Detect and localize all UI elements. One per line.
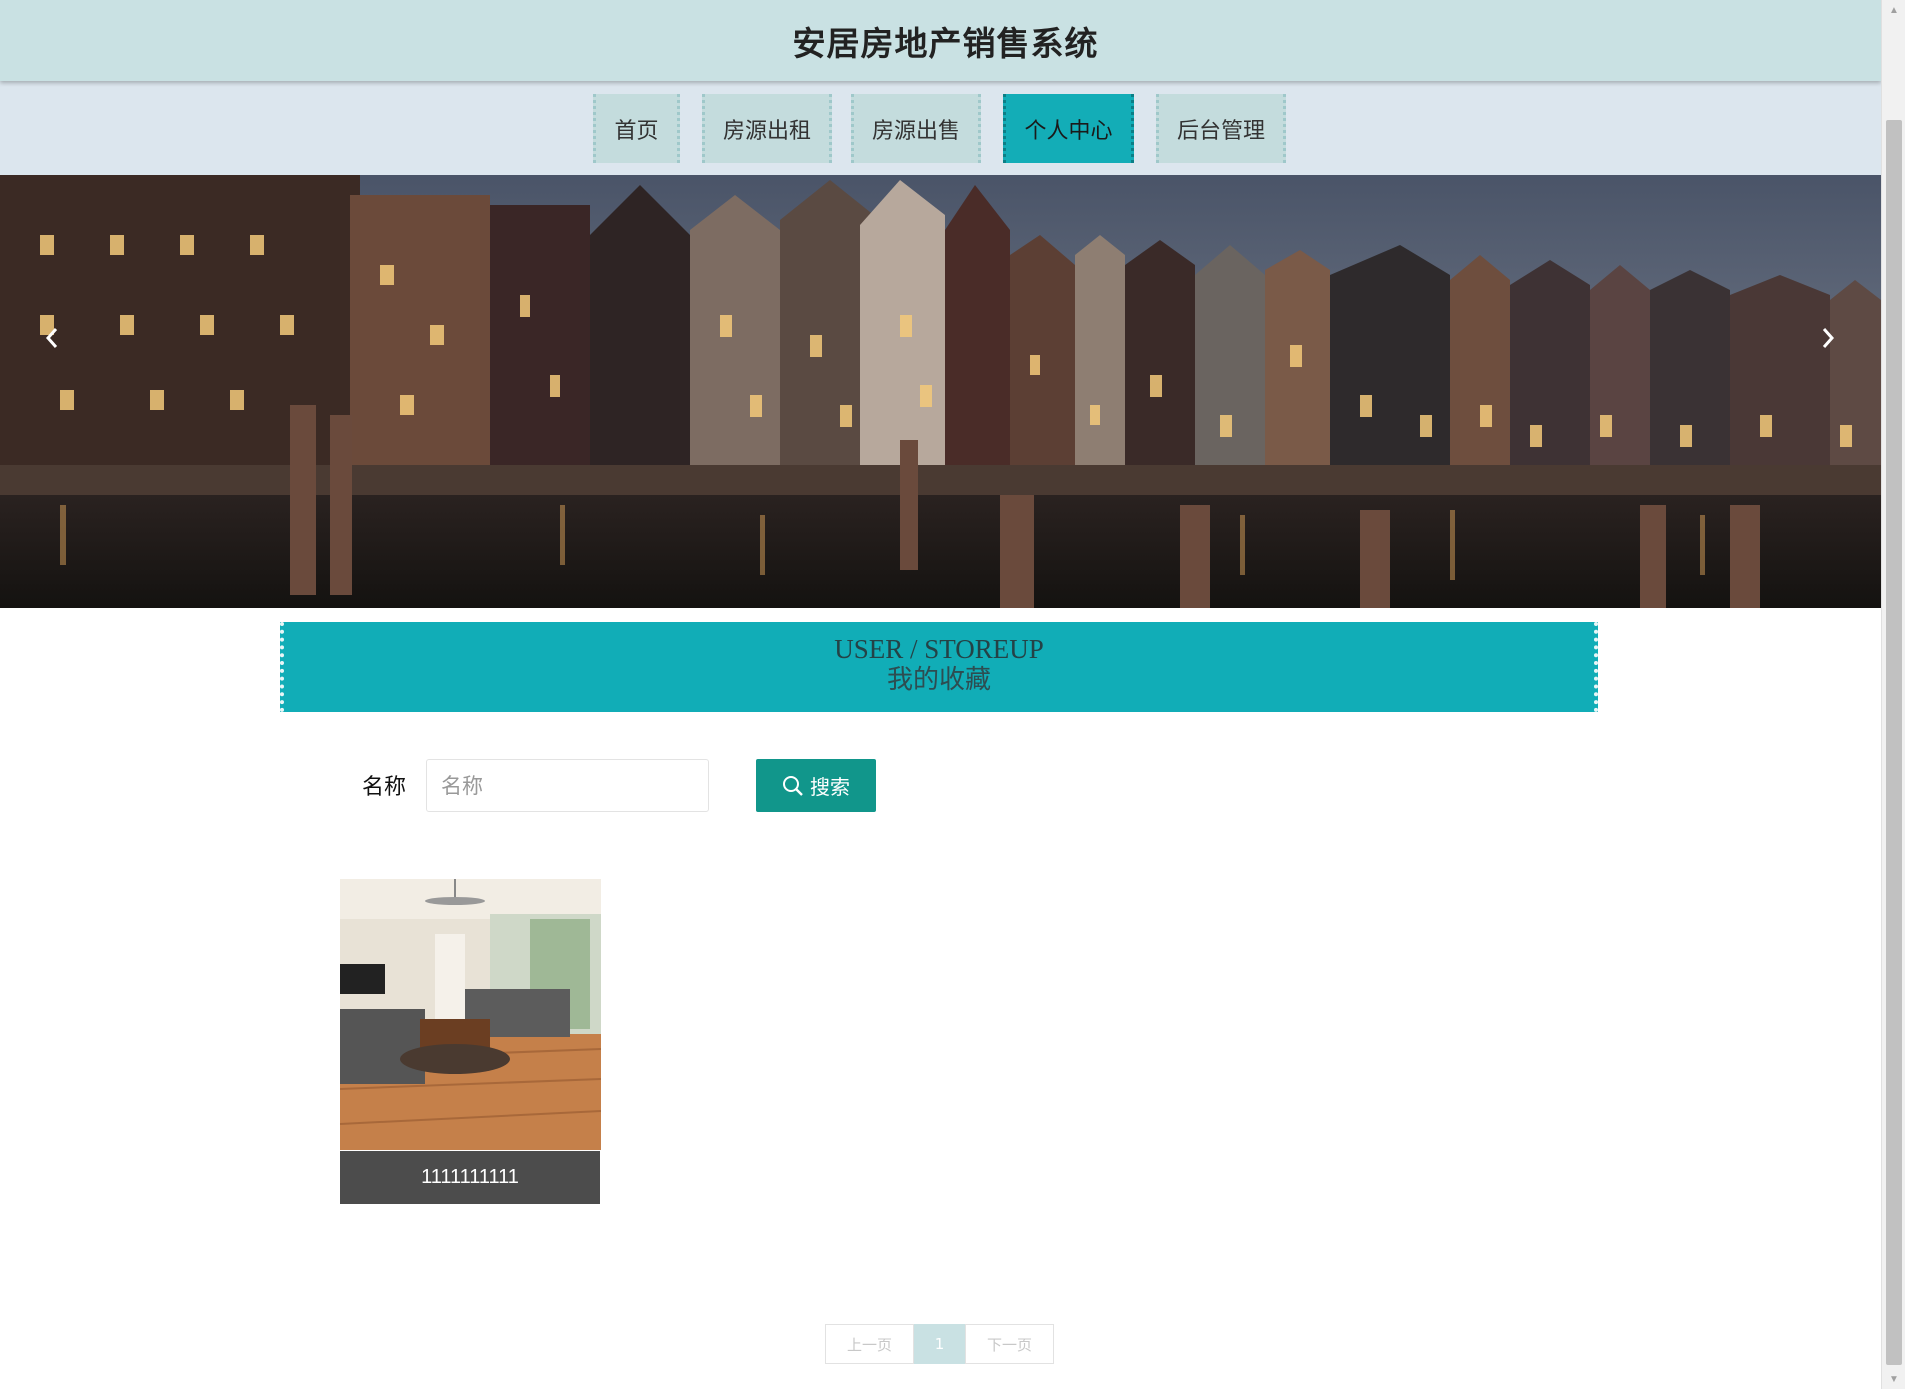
chevron-left-icon bbox=[45, 328, 58, 348]
section-title-box: USER / STOREUP 我的收藏 bbox=[280, 622, 1598, 712]
scroll-up-arrow-icon[interactable]: ▲ bbox=[1882, 0, 1905, 20]
search-button[interactable]: 搜索 bbox=[756, 759, 876, 812]
section-title-en: USER / STOREUP bbox=[834, 634, 1044, 664]
nav-item-user-center[interactable]: 个人中心 bbox=[1003, 94, 1134, 163]
pagination: 上一页 1 下一页 bbox=[825, 1324, 1054, 1364]
pagination-next-button[interactable]: 下一页 bbox=[965, 1324, 1054, 1364]
site-header: 安居房地产销售系统 bbox=[0, 0, 1881, 81]
carousel-next-button[interactable] bbox=[1808, 310, 1848, 366]
scroll-down-arrow-icon[interactable]: ▼ bbox=[1882, 1369, 1905, 1389]
nav-item-sale[interactable]: 房源出售 bbox=[851, 94, 981, 163]
main-nav: 首页 房源出租 房源出售 个人中心 后台管理 bbox=[0, 81, 1881, 175]
nav-item-rent[interactable]: 房源出租 bbox=[702, 94, 832, 163]
banner-image bbox=[0, 175, 1881, 608]
banner-carousel bbox=[0, 175, 1881, 608]
page-viewport: 安居房地产销售系统 首页 房源出租 房源出售 个人中心 后台管理 USER / … bbox=[0, 0, 1881, 1389]
search-input[interactable] bbox=[426, 759, 709, 812]
favorite-card[interactable]: 1111111111 bbox=[340, 879, 601, 1204]
favorite-card-image bbox=[340, 879, 601, 1150]
pagination-page-1[interactable]: 1 bbox=[914, 1324, 965, 1364]
carousel-prev-button[interactable] bbox=[32, 310, 72, 366]
chevron-right-icon bbox=[1822, 328, 1835, 348]
section-title-cn: 我的收藏 bbox=[886, 665, 991, 695]
vertical-scrollbar[interactable]: ▲ ▼ bbox=[1881, 0, 1905, 1389]
site-title: 安居房地产销售系统 bbox=[792, 23, 1099, 63]
favorite-card-title: 1111111111 bbox=[340, 1151, 600, 1204]
search-icon bbox=[783, 775, 803, 796]
search-button-label: 搜索 bbox=[810, 775, 850, 799]
pagination-prev-button[interactable]: 上一页 bbox=[825, 1324, 914, 1364]
nav-item-home[interactable]: 首页 bbox=[593, 94, 680, 163]
nav-item-admin[interactable]: 后台管理 bbox=[1156, 94, 1286, 163]
search-label: 名称 bbox=[362, 775, 407, 800]
scrollbar-thumb[interactable] bbox=[1886, 120, 1902, 1365]
